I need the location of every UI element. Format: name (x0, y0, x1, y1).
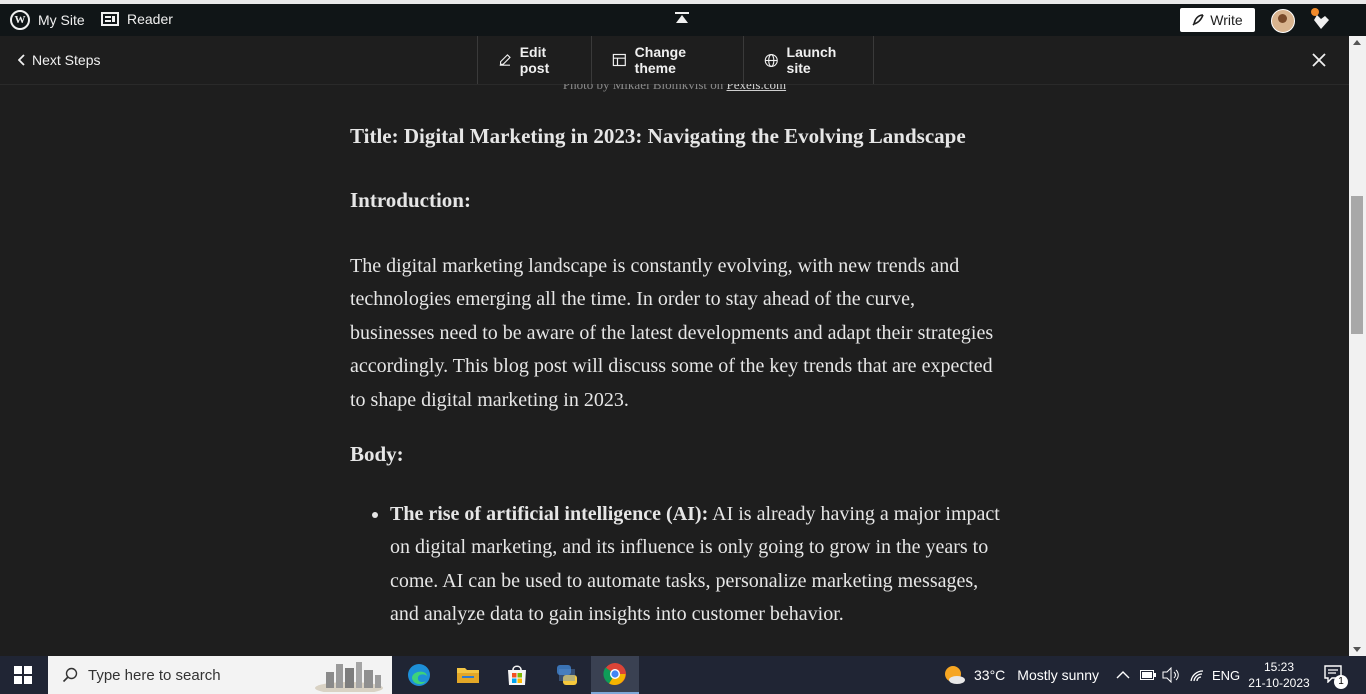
feather-pen-icon (1192, 14, 1205, 26)
pencil-icon (499, 54, 511, 66)
city-skyline-icon (315, 662, 383, 692)
edit-post-button[interactable]: Edit post (478, 36, 592, 84)
volume-icon[interactable] (1162, 667, 1180, 683)
list-item-bold: The rise of artificial intelligence (AI)… (390, 503, 709, 526)
search-placeholder: Type here to search (88, 666, 221, 684)
search-icon (62, 667, 78, 683)
next-steps-back-link[interactable]: Next Steps (18, 52, 100, 68)
notification-count-badge: 1 (1334, 675, 1348, 689)
wifi-icon[interactable] (1189, 669, 1205, 683)
weather-description: Mostly sunny (1017, 667, 1099, 683)
clock-time: 15:23 (1263, 660, 1295, 674)
notification-indicator (1311, 8, 1319, 16)
body-heading: Body: (350, 442, 404, 467)
post-title: Title: Digital Marketing in 2023: Naviga… (350, 124, 966, 148)
windows-taskbar: Type here to search 33°C Mostly sunny EN… (0, 656, 1366, 694)
write-label: Write (1210, 12, 1243, 28)
chrome-browser-icon[interactable] (591, 656, 639, 694)
next-steps-label: Next Steps (32, 52, 101, 68)
list-item: The rise of artificial intelligence (AI)… (390, 498, 1000, 632)
launch-site-label: Launch site (786, 44, 837, 76)
admin-bar: W My Site Reader Write (0, 4, 1366, 36)
scroll-down-arrow-icon[interactable] (1353, 647, 1361, 652)
reader-icon (101, 12, 119, 26)
post-content-area: Photo by Mikael Blomkvist on Pexels.com … (0, 84, 1349, 656)
weather-widget[interactable]: 33°C Mostly sunny (942, 656, 1099, 694)
globe-icon (764, 53, 778, 67)
my-site-link[interactable]: W My Site (10, 10, 85, 30)
collapse-icon[interactable] (675, 12, 689, 26)
chevron-up-icon[interactable] (1116, 670, 1130, 680)
taskbar-clock[interactable]: 15:23 21-10-2023 (1244, 659, 1314, 691)
post-article: Title: Digital Marketing in 2023: Naviga… (350, 122, 1000, 632)
battery-icon[interactable] (1140, 670, 1156, 680)
file-explorer-icon[interactable] (453, 660, 483, 690)
caption-text: Photo by Mikael Blomkvist on (562, 84, 727, 92)
language-label: ENG (1212, 667, 1241, 683)
trend-list: The rise of artificial intelligence (AI)… (350, 498, 1000, 632)
chevron-left-icon (18, 54, 25, 66)
user-avatar[interactable] (1271, 9, 1295, 33)
edge-browser-icon[interactable] (404, 660, 434, 690)
wordpress-logo-icon: W (10, 10, 30, 30)
weather-temperature: 33°C (974, 667, 1006, 683)
sunny-weather-icon (945, 666, 965, 684)
write-button[interactable]: Write (1180, 8, 1255, 32)
image-caption: Photo by Mikael Blomkvist on Pexels.com (0, 84, 1349, 93)
change-theme-button[interactable]: Change theme (592, 36, 744, 84)
change-theme-label: Change theme (634, 44, 686, 76)
language-indicator[interactable]: ENG (1212, 656, 1240, 694)
edit-post-label: Edit post (519, 44, 550, 76)
scroll-up-arrow-icon[interactable] (1353, 40, 1361, 45)
scroll-thumb[interactable] (1351, 196, 1363, 334)
intro-heading: Introduction: (350, 188, 471, 212)
windows-start-icon[interactable] (14, 666, 32, 684)
taskbar-search-box[interactable]: Type here to search (48, 656, 392, 694)
close-icon[interactable] (1309, 50, 1329, 70)
microsoft-store-icon[interactable] (502, 660, 532, 690)
layout-icon (612, 53, 626, 67)
reader-link[interactable]: Reader (101, 11, 173, 27)
clock-date: 21-10-2023 (1248, 676, 1310, 690)
reader-label: Reader (127, 11, 173, 27)
python-icon[interactable] (552, 660, 582, 690)
editor-nav-bar: Next Steps Edit post Change theme Launch… (0, 36, 1349, 85)
caption-link[interactable]: Pexels.com (727, 84, 787, 92)
vertical-scrollbar[interactable] (1349, 36, 1366, 656)
my-site-label: My Site (38, 12, 85, 28)
intro-paragraph: The digital marketing landscape is const… (350, 255, 994, 411)
site-actions-group: Edit post Change theme Launch site (477, 36, 874, 84)
launch-site-button[interactable]: Launch site (744, 36, 874, 84)
